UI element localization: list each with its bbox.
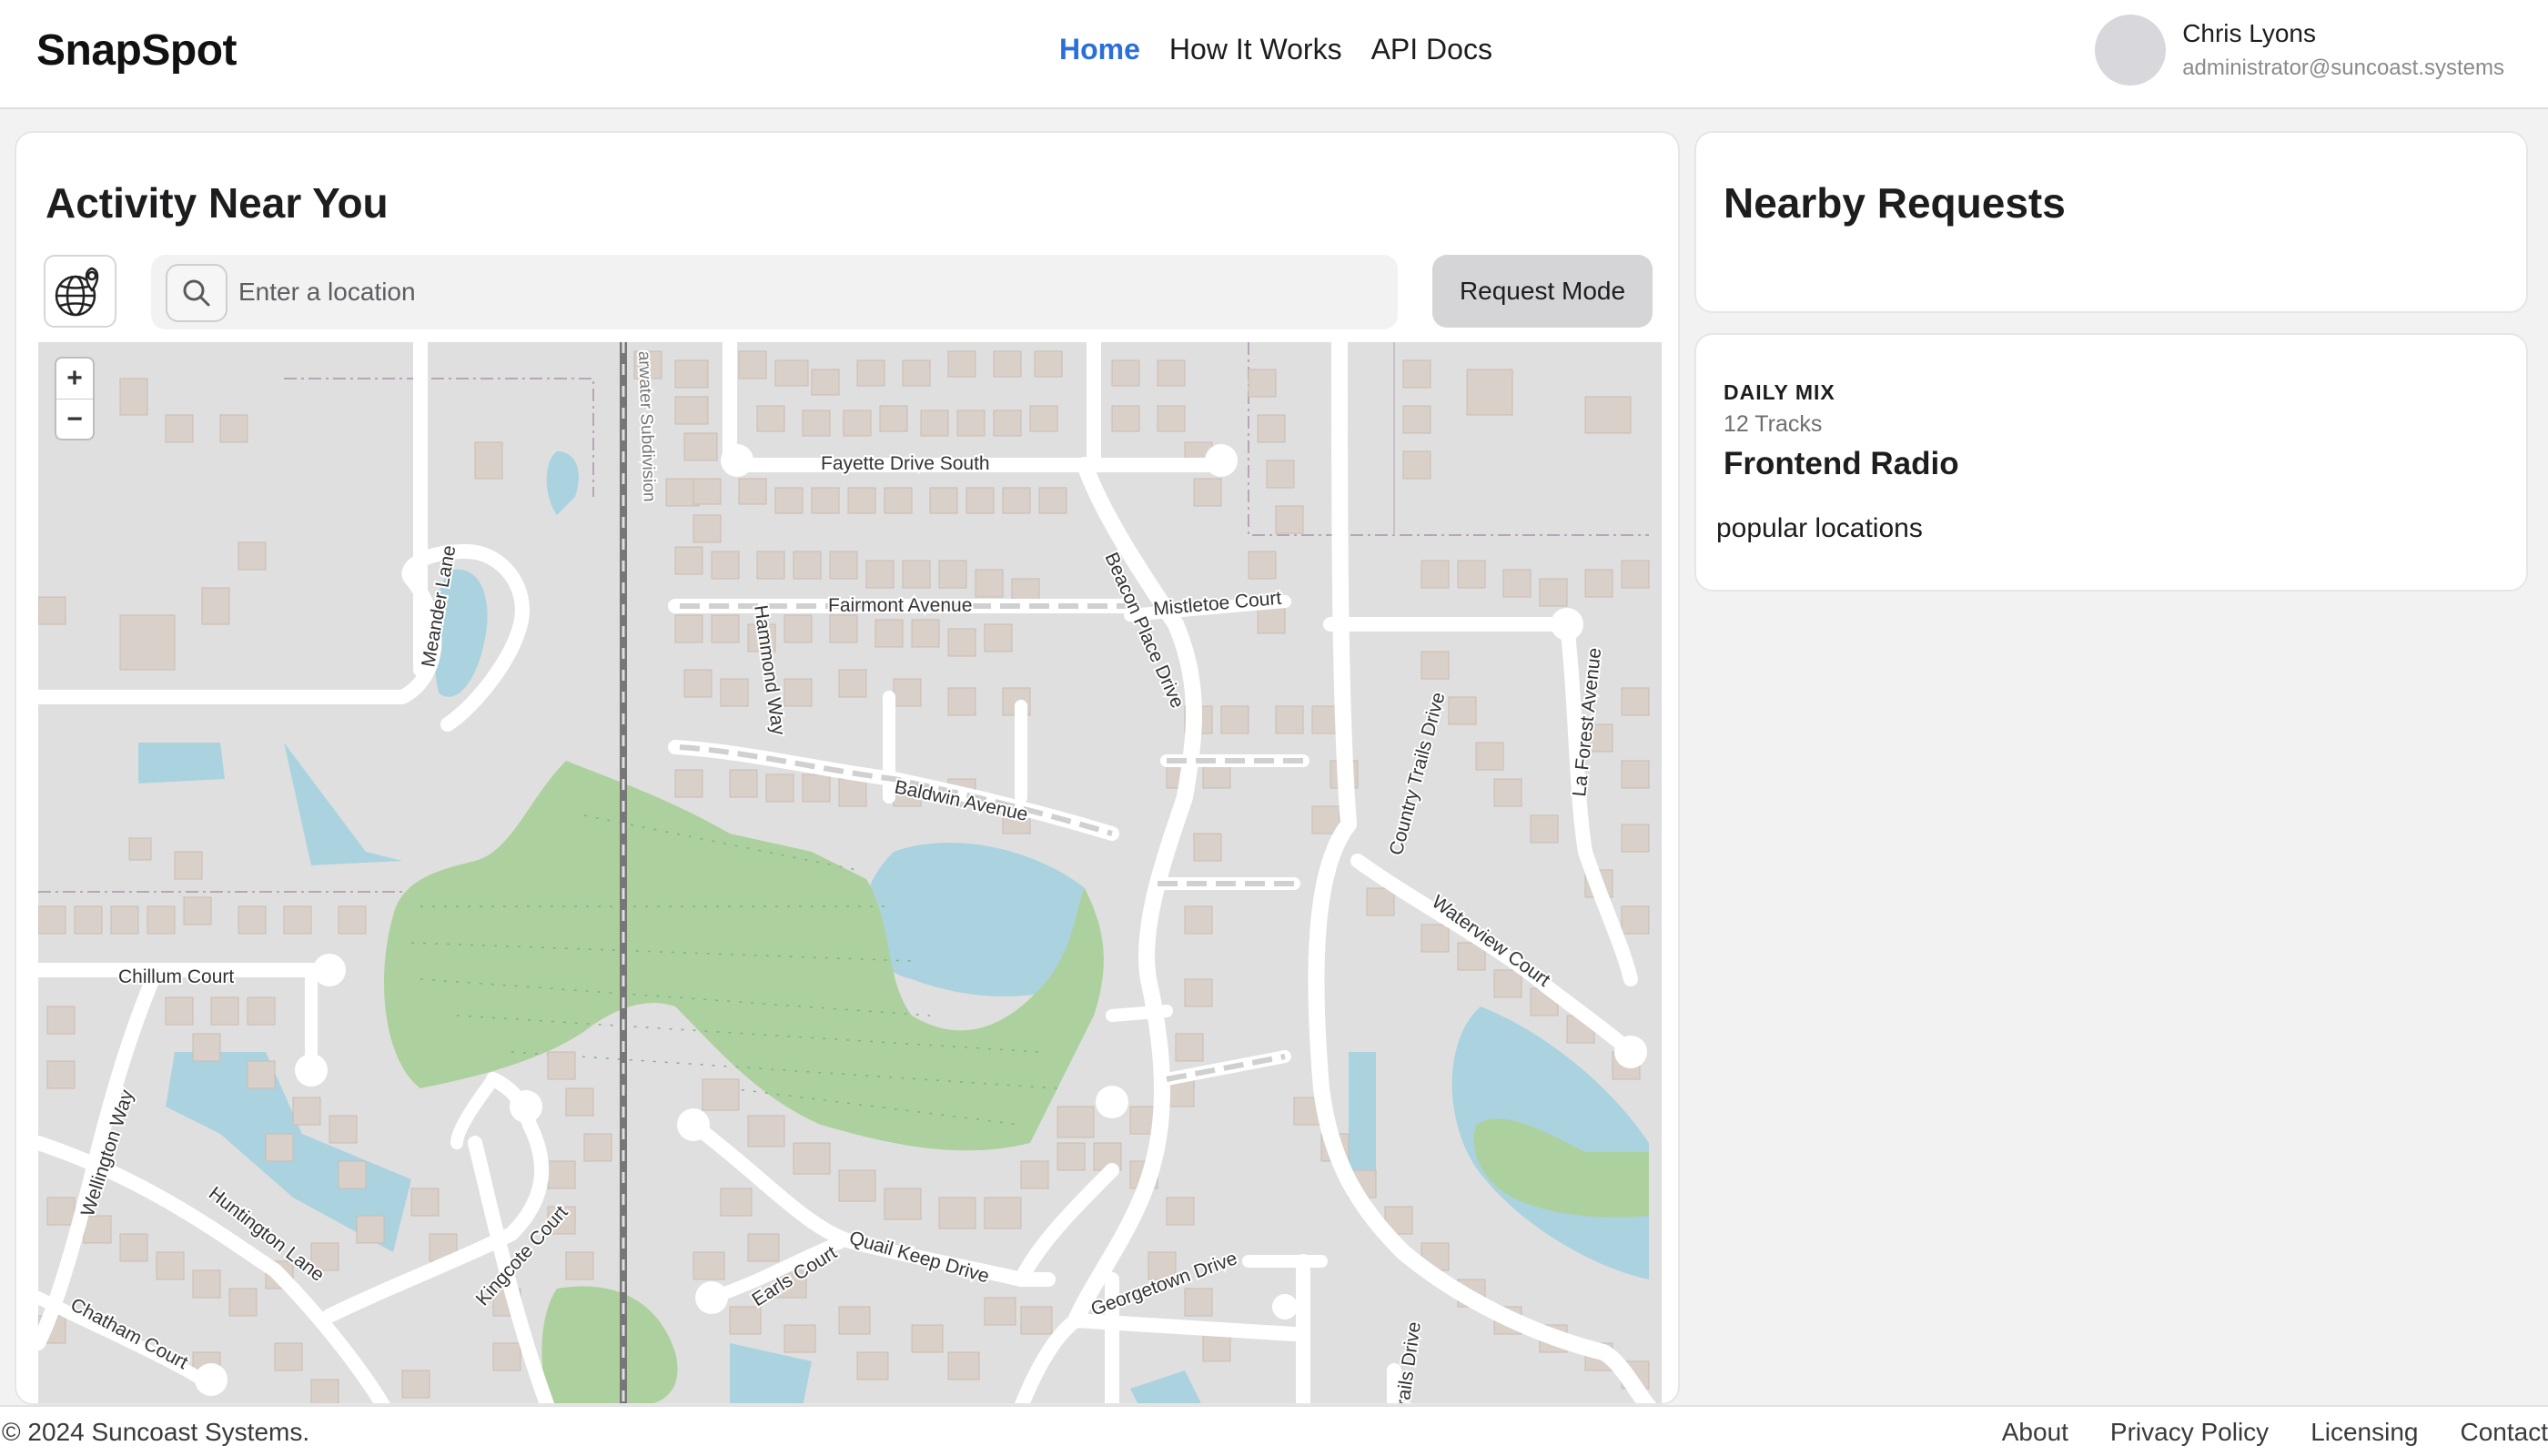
locate-button[interactable] xyxy=(44,255,116,328)
user-menu[interactable]: Chris Lyons administrator@suncoast.syste… xyxy=(2095,15,2504,86)
nav-home[interactable]: Home xyxy=(1059,33,1140,66)
footer-link-about[interactable]: About xyxy=(2002,1418,2068,1447)
map-label: Chillum Court xyxy=(118,966,234,987)
avatar[interactable] xyxy=(2095,15,2167,86)
mix-label: DAILY MIX xyxy=(1724,380,1835,404)
activity-panel: Activity Near You Request Mode xyxy=(15,131,1680,1405)
user-email: administrator@suncoast.systems xyxy=(2182,56,2504,80)
mix-track-count: 12 Tracks xyxy=(1724,411,1823,437)
location-search xyxy=(151,255,1398,329)
sidebar-title: Nearby Requests xyxy=(1724,179,2066,227)
footer-link-privacy[interactable]: Privacy Policy xyxy=(2110,1418,2269,1447)
nav-api-docs[interactable]: API Docs xyxy=(1371,33,1492,66)
user-info: Chris Lyons administrator@suncoast.syste… xyxy=(2182,19,2504,81)
main-nav: Home How It Works API Docs xyxy=(1059,33,1492,66)
page-footer: © 2024 Suncoast Systems. About Privacy P… xyxy=(0,1405,2548,1456)
footer-links: About Privacy Policy Licensing Contact xyxy=(2002,1418,2548,1447)
search-icon xyxy=(183,279,210,307)
nav-how-it-works[interactable]: How It Works xyxy=(1169,33,1342,66)
zoom-out-button[interactable]: − xyxy=(56,399,93,439)
footer-link-contact[interactable]: Contact xyxy=(2461,1418,2548,1447)
mix-description: popular locations xyxy=(1716,513,1923,543)
map-view[interactable]: Fayette Drive South Fairmont Avenue Mist… xyxy=(38,342,1662,1405)
globe-pin-icon xyxy=(55,267,99,317)
map-canvas[interactable]: Fayette Drive South Fairmont Avenue Mist… xyxy=(38,342,1662,1405)
search-button[interactable] xyxy=(166,264,228,322)
request-mode-button[interactable]: Request Mode xyxy=(1432,255,1653,328)
map-label: Fayette Drive South xyxy=(821,453,990,474)
top-header: SnapSpot Home How It Works API Docs Chri… xyxy=(0,0,2548,109)
map-label: Fairmont Avenue xyxy=(828,595,972,616)
zoom-in-button[interactable]: + xyxy=(56,359,93,399)
footer-link-licensing[interactable]: Licensing xyxy=(2310,1418,2418,1447)
user-name: Chris Lyons xyxy=(2182,19,2316,47)
mix-title: Frontend Radio xyxy=(1724,446,1959,481)
nearby-requests-card: Nearby Requests xyxy=(1694,131,2528,313)
page-title: Activity Near You xyxy=(46,179,389,227)
zoom-control: + − xyxy=(55,357,95,440)
copyright: © 2024 Suncoast Systems. xyxy=(2,1418,310,1446)
app-logo[interactable]: SnapSpot xyxy=(36,25,238,76)
search-input[interactable] xyxy=(238,255,1385,329)
daily-mix-card[interactable]: DAILY MIX 12 Tracks Frontend Radio popul… xyxy=(1694,333,2528,592)
